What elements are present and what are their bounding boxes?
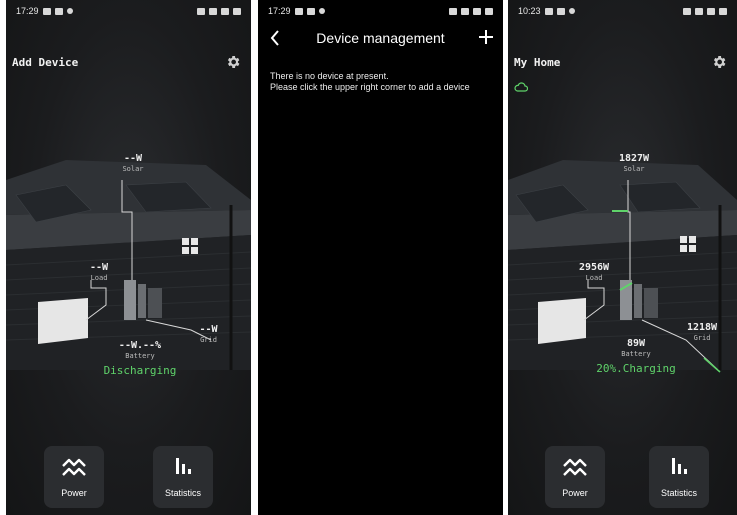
status-time: 10:23	[518, 6, 541, 16]
signal-icon	[473, 7, 481, 15]
grid-value: --W	[199, 324, 218, 335]
empty-state-line2: Please click the upper right corner to a…	[270, 82, 470, 92]
empty-state-message: There is no device at present. Please cl…	[270, 71, 495, 93]
nav-power-button[interactable]: Power	[545, 446, 605, 508]
wifi-icon	[695, 7, 703, 15]
status-time: 17:29	[268, 6, 291, 16]
battery-value: 89W	[626, 338, 646, 349]
nav-statistics-label: Statistics	[164, 488, 201, 498]
house-illustration	[508, 160, 737, 373]
notification-icon	[568, 8, 575, 14]
load-reading: --W Load	[74, 262, 124, 282]
grid-value: 1218W	[686, 322, 718, 333]
grid-label: Grid	[693, 334, 711, 342]
load-value: --W	[89, 262, 109, 273]
battery-label: Battery	[621, 350, 651, 358]
battery-reading: --W.--% Battery	[106, 340, 174, 360]
battery-state: 20%.Charging	[596, 362, 676, 375]
solar-reading: --W Solar	[108, 153, 158, 173]
bottom-nav: Power Statistics	[508, 446, 737, 508]
signal-icon	[221, 7, 229, 15]
grid-label: Grid	[200, 336, 217, 344]
wifi-icon	[209, 7, 217, 15]
house-illustration	[6, 160, 251, 370]
gear-icon[interactable]	[711, 54, 727, 70]
load-label: Load	[90, 274, 108, 282]
empty-state-line1: There is no device at present.	[270, 71, 389, 81]
cloud-icon	[514, 82, 528, 92]
notification-icon	[54, 7, 63, 15]
plus-icon[interactable]	[477, 28, 495, 46]
wifi-icon	[461, 7, 469, 15]
battery-reading: 89W Battery	[608, 338, 664, 358]
load-label: Load	[585, 274, 603, 282]
gear-icon[interactable]	[225, 54, 241, 70]
nav-statistics-button[interactable]: Statistics	[153, 446, 213, 508]
solar-value: --W	[123, 153, 143, 164]
mute-icon	[449, 7, 457, 15]
notification-icon	[42, 7, 51, 15]
nav-statistics-label: Statistics	[660, 488, 697, 498]
page-title: Device management	[316, 30, 445, 46]
notification-icon	[556, 7, 565, 15]
home-title[interactable]: My Home	[514, 56, 560, 69]
notification-icon	[318, 8, 325, 14]
screen-add-device: 17:29 Add Device --W Solar --W Load --W …	[6, 0, 251, 515]
bottom-nav: Power Statistics	[6, 446, 251, 508]
grid-reading: 1218W Grid	[674, 322, 730, 342]
notification-icon	[294, 7, 303, 15]
status-bar: 10:23	[508, 0, 737, 22]
nav-power-label: Power	[562, 488, 588, 498]
battery-label: Battery	[125, 352, 155, 360]
screen-my-home: 10:23 My Home 1827W Solar 2956W Load 121…	[508, 0, 737, 515]
battery-status-icon	[719, 7, 727, 15]
signal-icon	[707, 7, 715, 15]
power-icon	[62, 458, 86, 476]
status-bar: 17:29	[6, 0, 251, 22]
statistics-icon	[672, 458, 687, 474]
solar-label: Solar	[122, 165, 144, 173]
mute-icon	[197, 7, 205, 15]
load-value: 2956W	[578, 262, 610, 273]
status-time: 17:29	[16, 6, 39, 16]
battery-status-icon	[233, 7, 241, 15]
load-reading: 2956W Load	[566, 262, 622, 282]
notification-icon	[66, 8, 73, 14]
app-header: Device management	[258, 26, 503, 52]
notification-icon	[306, 7, 315, 15]
statistics-icon	[176, 458, 191, 474]
solar-label: Solar	[623, 165, 645, 173]
status-bar: 17:29	[258, 0, 503, 22]
nav-power-label: Power	[61, 488, 87, 498]
nav-power-button[interactable]: Power	[44, 446, 104, 508]
nav-statistics-button[interactable]: Statistics	[649, 446, 709, 508]
battery-status-icon	[485, 7, 493, 15]
solar-reading: 1827W Solar	[606, 153, 662, 173]
power-icon	[563, 458, 587, 476]
battery-value: --W.--%	[118, 340, 162, 351]
mute-icon	[683, 7, 691, 15]
solar-value: 1827W	[618, 153, 650, 164]
add-device-button[interactable]: Add Device	[12, 56, 78, 69]
grid-reading: --W Grid	[186, 324, 231, 344]
notification-icon	[544, 7, 553, 15]
screen-device-management: 17:29 Device management There is no devi…	[258, 0, 503, 515]
battery-state: Discharging	[103, 364, 177, 377]
